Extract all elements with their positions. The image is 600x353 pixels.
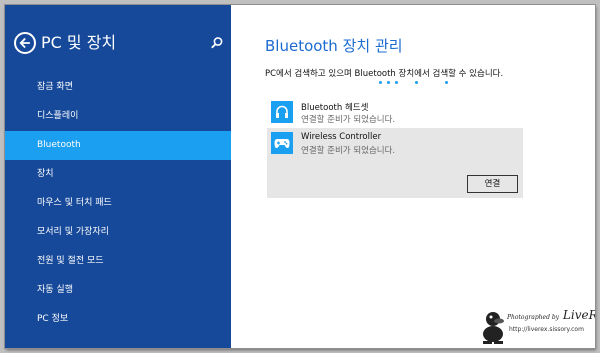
settings-window: PC 및 장치 잠금 화면 디스플레이 Bluetooth 장치 마우스 및 터… xyxy=(5,5,595,348)
back-arrow-icon xyxy=(19,37,30,49)
search-icon[interactable] xyxy=(210,36,224,50)
gamepad-icon xyxy=(271,132,293,154)
headset-icon xyxy=(271,101,293,123)
sidebar-header: PC 및 장치 xyxy=(14,32,224,58)
progress-dot xyxy=(395,81,398,84)
sidebar-item-display[interactable]: 디스플레이 xyxy=(5,102,231,131)
device-name: Bluetooth 헤드셋 xyxy=(301,103,369,113)
progress-dot xyxy=(445,81,448,84)
scan-status-text: PC에서 검색하고 있으며 Bluetooth 장치에서 검색할 수 있습니다. xyxy=(265,69,504,79)
sidebar-item-devices[interactable]: 장치 xyxy=(5,160,231,189)
device-name: Wireless Controller xyxy=(301,132,382,142)
sidebar-item-autoplay[interactable]: 자동 실행 xyxy=(5,276,231,305)
sidebar-item-power-sleep[interactable]: 전원 및 절전 모드 xyxy=(5,247,231,276)
sidebar-item-mouse-touchpad[interactable]: 마우스 및 터치 패드 xyxy=(5,189,231,218)
device-status: 연결할 준비가 되었습니다. xyxy=(301,146,396,156)
device-item-wireless-controller[interactable]: Wireless Controller 연결할 준비가 되었습니다. 연결 xyxy=(267,128,523,198)
progress-dot xyxy=(387,81,390,84)
watermark: Photographed by LiveREX http://liverex.s… xyxy=(479,304,595,344)
page-title: Bluetooth 장치 관리 xyxy=(265,37,403,55)
mascot-logo-icon xyxy=(483,312,504,344)
sidebar: PC 및 장치 잠금 화면 디스플레이 Bluetooth 장치 마우스 및 터… xyxy=(5,5,231,348)
sidebar-title: PC 및 장치 xyxy=(41,33,117,52)
device-status: 연결할 준비가 되었습니다. xyxy=(301,115,396,125)
watermark-signature: Photographed by LiveREX xyxy=(507,308,595,322)
progress-dot xyxy=(379,81,382,84)
device-item-headset[interactable]: Bluetooth 헤드셋 연결할 준비가 되었습니다. xyxy=(267,97,523,130)
sidebar-item-corners-edges[interactable]: 모서리 및 가장자리 xyxy=(5,218,231,247)
back-button[interactable] xyxy=(14,32,36,54)
connect-button[interactable]: 연결 xyxy=(467,175,518,193)
sidebar-item-pc-info[interactable]: PC 정보 xyxy=(5,305,231,334)
sidebar-item-lock-screen[interactable]: 잠금 화면 xyxy=(5,73,231,102)
progress-dots xyxy=(379,81,459,85)
progress-dot xyxy=(415,81,418,84)
sidebar-nav: 잠금 화면 디스플레이 Bluetooth 장치 마우스 및 터치 패드 모서리… xyxy=(5,73,231,334)
watermark-url: http://liverex.sissory.com xyxy=(509,326,584,333)
sidebar-item-bluetooth[interactable]: Bluetooth xyxy=(5,131,231,160)
main-content: Bluetooth 장치 관리 PC에서 검색하고 있으며 Bluetooth … xyxy=(231,5,595,348)
